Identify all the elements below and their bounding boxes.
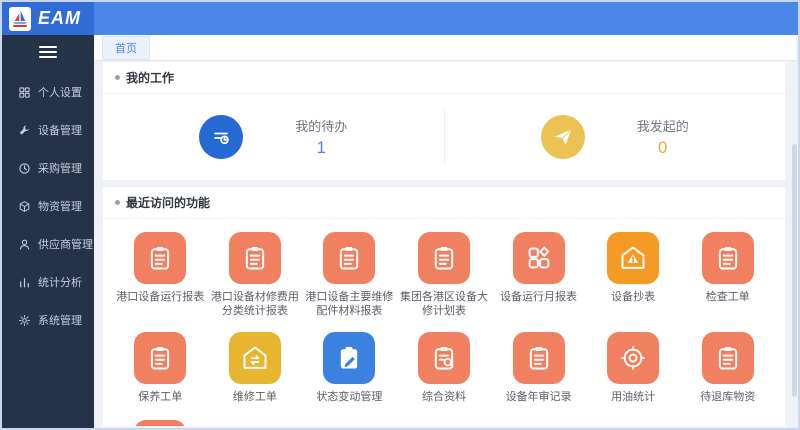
initiated-count: 0 (658, 138, 668, 157)
sidebar-item-system-management[interactable]: 系统管理 (2, 301, 94, 339)
my-work-section: 我的工作 我的待办 1 我发起的 0 (102, 61, 786, 181)
sidebar-item-label: 统计分析 (38, 277, 82, 289)
func-repair-work-order[interactable]: 维修工单 (208, 325, 303, 413)
main-scrollbar (791, 2, 798, 428)
target-icon (134, 419, 187, 426)
gear-icon (19, 314, 30, 326)
clipboard-pencil-icon (323, 331, 376, 384)
func-port-equipment-operation-report[interactable]: 港口设备运行报表 (113, 225, 208, 325)
app-title: EAM (38, 8, 81, 28)
sidebar-item-label: 设备管理 (38, 125, 82, 137)
tab-bar: 首页 (94, 35, 796, 61)
sidebar-nav: 个人设置 设备管理 采购管理 物资管理 供应商管理 统计分析 系统管理 (2, 65, 94, 339)
grid-squares-icon (512, 232, 565, 284)
house-alert-icon (607, 232, 660, 284)
clipboard-icon (701, 331, 754, 384)
sidebar-item-label: 采购管理 (38, 163, 82, 175)
sidebar-item-label: 系统管理 (38, 315, 82, 327)
sidebar-item-label: 供应商管理 (38, 239, 93, 251)
clipboard-icon (134, 331, 187, 384)
function-grid: 港口设备运行报表 港口设备材修费用分类统计报表 港口设备主要维修配件材料报表 集… (103, 219, 785, 426)
paper-plane-icon (540, 115, 585, 159)
scrollbar-thumb[interactable] (792, 144, 797, 397)
tab-home[interactable]: 首页 (102, 35, 150, 60)
house-arrows-icon (228, 331, 281, 384)
top-header: EAM (2, 2, 798, 35)
clipboard-icon (134, 232, 187, 284)
wrench-icon (19, 125, 29, 135)
person-icon (19, 239, 30, 249)
sidebar-item-supplier-management[interactable]: 供应商管理 (2, 225, 94, 263)
func-oil-usage-statistics[interactable]: 用油统计 (586, 325, 681, 413)
logo-area: EAM (2, 2, 94, 35)
company-logo (9, 6, 31, 31)
sidebar-item-personal-settings[interactable]: 个人设置 (2, 73, 94, 111)
todo-label: 我的待办 (295, 119, 348, 134)
initiated-label: 我发起的 (636, 119, 689, 134)
my-todo-card[interactable]: 我的待办 1 (103, 94, 444, 180)
box-icon (19, 200, 30, 212)
todo-list-icon (199, 115, 244, 159)
collapse-menu-button[interactable] (2, 35, 94, 65)
section-title: 最近访问的功能 (126, 196, 211, 210)
func-comprehensive-data[interactable]: 综合资料 (397, 325, 492, 413)
recent-functions-section: 最近访问的功能 港口设备运行报表 港口设备材修费用分类统计报表 港口设备主要维修… (102, 186, 786, 426)
clipboard-icon (701, 232, 754, 284)
sidebar-item-statistics-analysis[interactable]: 统计分析 (2, 263, 94, 301)
logo-subtext (13, 25, 27, 27)
todo-count: 1 (316, 138, 326, 157)
todo-text: 我的待办 1 (295, 116, 347, 158)
clock-icon (19, 162, 30, 174)
sidebar-item-label: 物资管理 (38, 201, 82, 213)
grid-icon (19, 86, 30, 98)
target-icon (607, 331, 660, 384)
section-dot-icon (115, 75, 120, 80)
func-equipment-meter-reading[interactable]: 设备抄表 (586, 225, 681, 325)
func-maintenance-work-order[interactable]: 保养工单 (113, 325, 208, 413)
sidebar-item-label: 个人设置 (38, 87, 82, 99)
clipboard-icon (228, 232, 281, 284)
main-content: 首页 我的工作 我的待办 1 我发起的 0 最近访问的功能 港口设备运行报表 港… (94, 35, 796, 426)
func-materials-pending-return[interactable]: 待退库物资 (680, 325, 775, 413)
clipboard-icon (323, 232, 376, 284)
sail-logo-icon (13, 11, 27, 24)
clipboard-search-icon (417, 331, 470, 384)
clipboard-icon (417, 232, 470, 284)
func-equipment-annual-review-record[interactable]: 设备年审记录 (491, 325, 586, 413)
initiated-text: 我发起的 0 (637, 116, 689, 158)
my-work-body: 我的待办 1 我发起的 0 (103, 94, 785, 180)
sidebar-item-equipment-management[interactable]: 设备管理 (2, 111, 94, 149)
func-status-change-management[interactable]: 状态变动管理 (302, 325, 397, 413)
func-port-equipment-repair-cost-report[interactable]: 港口设备材修费用分类统计报表 (208, 225, 303, 325)
func-group-port-overhaul-plan[interactable]: 集团各港区设备大修计划表 (397, 225, 492, 325)
app-window: EAM 个人设置 设备管理 采购管理 物资管理 供应商管理 统计分析 系统管理 … (0, 0, 800, 430)
func-inspection-work-order[interactable]: 检查工单 (680, 225, 775, 325)
bar-chart-icon (20, 277, 29, 287)
section-title: 我的工作 (126, 71, 175, 85)
my-work-header: 我的工作 (103, 62, 785, 94)
func-material-requisition[interactable]: 领料申请 (113, 413, 208, 426)
sidebar: 个人设置 设备管理 采购管理 物资管理 供应商管理 统计分析 系统管理 (2, 35, 94, 428)
section-dot-icon (115, 200, 120, 205)
sidebar-item-material-management[interactable]: 物资管理 (2, 187, 94, 225)
sidebar-item-purchase-management[interactable]: 采购管理 (2, 149, 94, 187)
func-equipment-monthly-report[interactable]: 设备运行月报表 (491, 225, 586, 325)
hamburger-icon (39, 46, 57, 58)
func-port-equipment-main-repair-parts-report[interactable]: 港口设备主要维修配件材料报表 (302, 225, 397, 325)
recent-functions-header: 最近访问的功能 (103, 187, 785, 219)
clipboard-icon (512, 331, 565, 384)
my-initiated-card[interactable]: 我发起的 0 (445, 94, 786, 180)
